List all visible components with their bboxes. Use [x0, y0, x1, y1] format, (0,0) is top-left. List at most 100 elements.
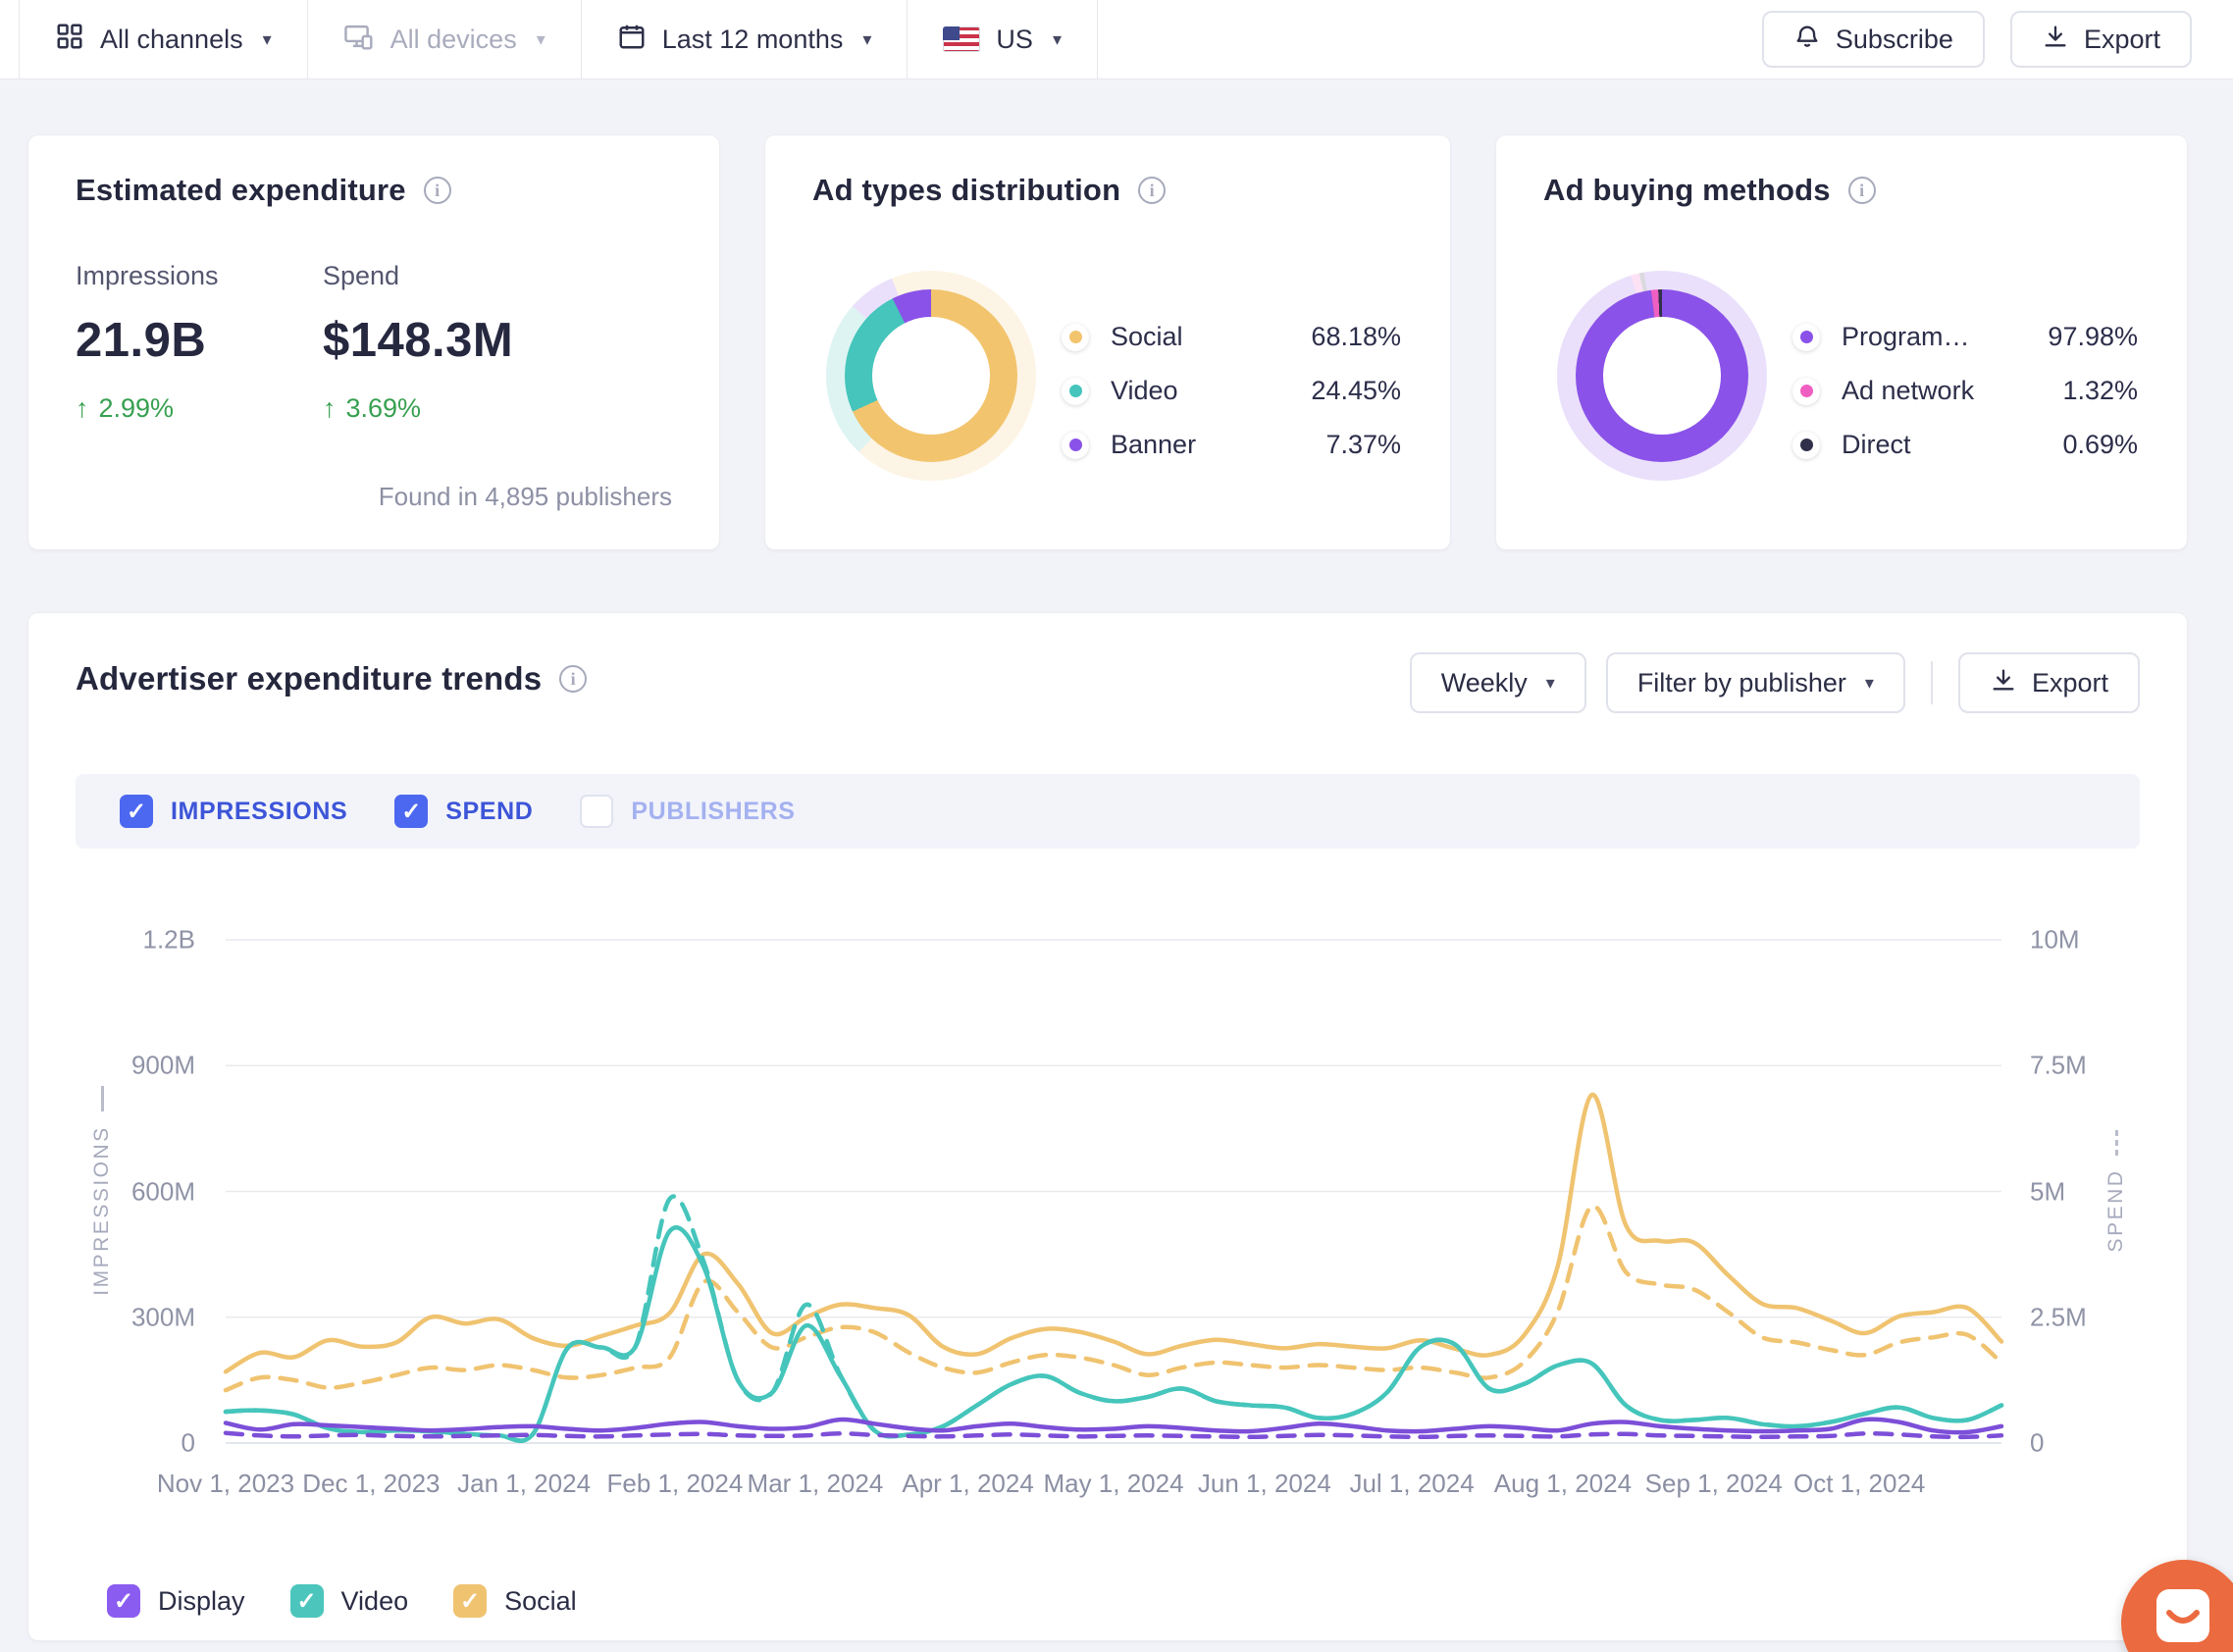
date-range-dropdown[interactable]: Last 12 months ▾ [582, 0, 909, 78]
info-icon[interactable]: i [1847, 177, 1876, 204]
estimated-expenditure-title: Estimated expenditure [76, 173, 406, 207]
chevron-down-icon: ▾ [536, 28, 545, 49]
interval-dropdown[interactable]: Weekly ▾ [1409, 652, 1586, 713]
channels-dropdown[interactable]: All channels ▾ [20, 0, 308, 78]
y-axis-tick: 1.2B [142, 924, 196, 955]
x-axis-tick: Jul 1, 2024 [1349, 1469, 1475, 1498]
arrow-up-icon: ↑ [76, 393, 89, 423]
spend-value: $148.3M [323, 314, 514, 367]
checkbox-icon: ✓ [394, 795, 429, 828]
impressions-value: 21.9B [76, 314, 207, 367]
legend-dot [1792, 431, 1820, 459]
date-axis-labels: Nov 1, 2023 Dec 1, 2023 Jan 1, 2024 Feb 1, … [157, 1469, 2001, 1502]
card-title: Ad types distribution i [812, 173, 1167, 208]
ad-buying-title: Ad buying methods [1543, 173, 1831, 207]
download-icon [1990, 666, 2017, 700]
checkbox-icon: ✓ [289, 1584, 324, 1618]
ad-buying-methods-card: Ad buying methods i Program… 97.98% Ad n… [1496, 135, 2187, 549]
devices-dropdown[interactable]: All devices ▾ [308, 0, 582, 78]
checkbox-icon: ✓ [107, 1584, 140, 1618]
subscribe-button[interactable]: Subscribe [1761, 11, 1985, 68]
trends-line-chart[interactable] [223, 939, 2004, 1444]
info-icon[interactable]: i [559, 665, 588, 693]
topbar-left-edge [0, 0, 20, 78]
chevron-down-icon: ▾ [1545, 672, 1555, 693]
legend-dot [1792, 323, 1820, 351]
y-axis-tick: 10M [2030, 924, 2080, 955]
x-axis-tick: Apr 1, 2024 [902, 1469, 1034, 1498]
trends-plot-area [223, 939, 2004, 1444]
export-trends-label: Export [2031, 667, 2108, 697]
ad-types-donut[interactable] [826, 271, 1036, 481]
legend-row-programmatic: Program… 97.98% [1792, 322, 2138, 352]
legend-dot [1062, 377, 1089, 405]
series-toggle-bar: ✓ IMPRESSIONS ✓ SPEND PUBLISHERS [76, 774, 2140, 849]
series-display-impressions [223, 1417, 2004, 1435]
chevron-down-icon: ▾ [262, 28, 272, 49]
toggle-publishers[interactable]: PUBLISHERS [580, 795, 795, 828]
toggle-spend[interactable]: ✓ SPEND [394, 795, 533, 828]
legend-row-ad-network: Ad network 1.32% [1792, 376, 2138, 406]
toggle-impressions[interactable]: ✓ IMPRESSIONS [120, 795, 347, 828]
legend-toggle-social[interactable]: ✓ Social [453, 1584, 577, 1618]
x-axis-tick: May 1, 2024 [1043, 1469, 1184, 1498]
y-axis-tick: 0 [181, 1427, 195, 1458]
export-button-top[interactable]: Export [2009, 11, 2192, 68]
ad-types-title: Ad types distribution [812, 173, 1121, 207]
date-range-label: Last 12 months [661, 24, 844, 54]
x-axis-tick: Jan 1, 2024 [457, 1469, 592, 1498]
x-axis-tick: Feb 1, 2024 [606, 1469, 744, 1498]
devices-icon [343, 22, 375, 58]
checkbox-icon: ✓ [453, 1584, 488, 1618]
chevron-down-icon: ▾ [862, 28, 872, 49]
legend-dot [1062, 431, 1089, 459]
filter-label: Filter by publisher [1636, 667, 1846, 697]
legend-row-social: Social 68.18% [1062, 322, 1401, 352]
export-top-label: Export [2083, 24, 2160, 54]
spend-metric: Spend $148.3M ↑ 3.69% [323, 261, 513, 424]
legend-dot [1792, 377, 1820, 405]
chat-smile-icon [2156, 1589, 2209, 1642]
info-icon[interactable]: i [1138, 177, 1167, 204]
legend-row-banner: Banner 7.37% [1062, 430, 1401, 460]
calendar-icon [617, 22, 647, 58]
donut-hole [872, 317, 990, 435]
divider [1930, 661, 1933, 704]
buying-methods-legend: Program… 97.98% Ad network 1.32% Direct … [1792, 322, 2138, 460]
x-axis-tick: Aug 1, 2024 [1493, 1469, 1633, 1498]
filter-by-publisher-dropdown[interactable]: Filter by publisher ▾ [1605, 652, 1905, 713]
series-social-spend [223, 1204, 2004, 1393]
adclarity-dashboard: All channels ▾ All devices ▾ Last 12 mon… [0, 0, 2233, 1652]
legend-row-direct: Direct 0.69% [1792, 430, 2138, 460]
top-filter-bar: All channels ▾ All devices ▾ Last 12 mon… [0, 0, 2233, 79]
legend-toggle-display[interactable]: ✓ Display [107, 1584, 245, 1618]
bell-icon [1793, 23, 1821, 57]
channels-icon [55, 22, 84, 58]
donut-hole [1603, 317, 1721, 435]
legend-toggle-video[interactable]: ✓ Video [289, 1584, 408, 1618]
arrow-up-icon: ↑ [323, 393, 337, 423]
impressions-label: Impressions [76, 261, 219, 290]
series-display-spend [223, 1430, 2004, 1440]
x-axis-tick: Mar 1, 2024 [747, 1469, 884, 1498]
devices-label: All devices [389, 24, 517, 54]
impressions-axis-title: IMPRESSIONS [87, 1044, 117, 1338]
info-icon[interactable]: i [423, 177, 451, 204]
country-label: US [996, 24, 1033, 54]
x-axis-tick: Dec 1, 2023 [302, 1469, 441, 1498]
legend-dot [1062, 323, 1089, 351]
card-title: Ad buying methods i [1543, 173, 1876, 208]
checkbox-icon [580, 795, 614, 828]
dashed-line-icon [2114, 1129, 2118, 1156]
x-axis-tick: Oct 1, 2024 [1792, 1469, 1926, 1498]
x-axis-tick: Nov 1, 2023 [156, 1469, 295, 1498]
buying-methods-donut[interactable] [1557, 271, 1767, 481]
country-dropdown[interactable]: US ▾ [908, 0, 1098, 78]
x-axis-tick: Sep 1, 2024 [1644, 1469, 1783, 1498]
solid-line-icon [100, 1086, 104, 1112]
export-button-trends[interactable]: Export [1957, 652, 2140, 713]
download-icon [2042, 23, 2069, 57]
spend-axis-title: SPEND [2102, 1044, 2131, 1338]
y-axis-tick: 0 [2030, 1427, 2045, 1458]
checkbox-icon: ✓ [120, 795, 153, 828]
